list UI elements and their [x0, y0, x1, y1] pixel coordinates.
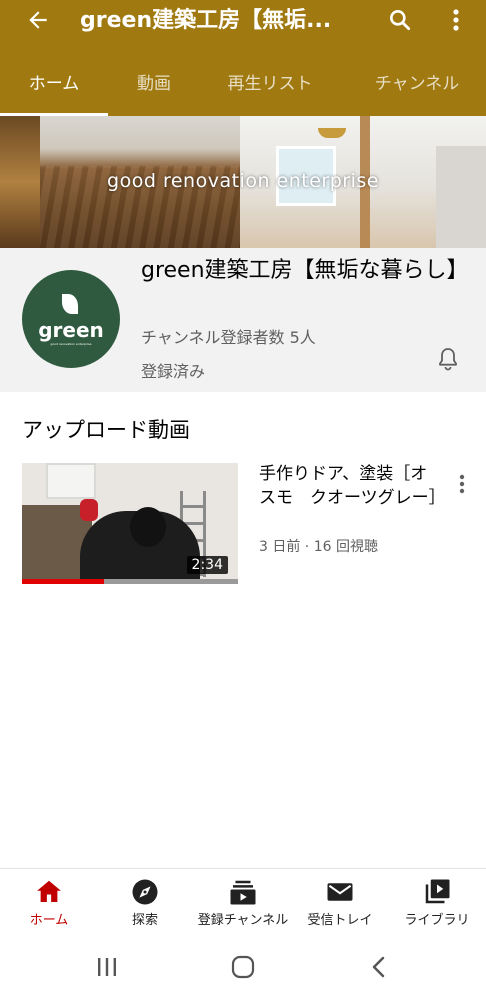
- home-icon: [37, 880, 61, 902]
- nav-label-inbox: 受信トレイ: [307, 913, 373, 928]
- recent-apps-button[interactable]: [92, 952, 122, 982]
- system-navigation-bar: [0, 934, 486, 1000]
- banner-lamp: [318, 128, 346, 138]
- app-bar-row: green建築工房【無垢...: [0, 0, 486, 40]
- more-options-button[interactable]: [440, 4, 472, 36]
- channel-title: green建築工房【無垢...: [80, 8, 332, 33]
- video-list-item[interactable]: 2:34 手作りドア、塗装［オスモ クオーツグレー］ 3 日前 · 16 回視聴: [0, 460, 486, 584]
- library-icon: [425, 879, 450, 904]
- bottom-navigation: ホーム 探索 登録チャンネル 受信トレイ ライブラリ: [0, 868, 486, 934]
- nav-label-home: ホーム: [29, 913, 69, 928]
- channel-name: green建築工房【無垢な暮らし】: [141, 258, 469, 283]
- channel-tabs: ホーム 動画 再生リスト チャンネル: [0, 58, 486, 116]
- tab-channels[interactable]: チャンネル: [354, 58, 480, 116]
- recent-apps-icon: [98, 958, 116, 976]
- channel-header: green good renovation enterprise green建築…: [0, 248, 486, 392]
- nav-home[interactable]: ホーム: [8, 877, 90, 933]
- subscriber-count: チャンネル登録者数 5人: [141, 328, 316, 347]
- tab-home[interactable]: ホーム: [0, 58, 108, 116]
- avatar-logo-subtext: good renovation enterprise: [50, 342, 92, 346]
- tab-playlists[interactable]: 再生リスト: [200, 58, 340, 116]
- search-icon: [390, 10, 411, 31]
- more-vert-icon: [459, 474, 465, 494]
- video-meta: 3 日前 · 16 回視聴: [259, 539, 378, 555]
- search-button[interactable]: [384, 4, 416, 36]
- more-vert-icon: [453, 9, 459, 31]
- subscriptions-icon: [230, 880, 256, 905]
- thumb-window: [46, 463, 96, 499]
- banner-wall: [436, 146, 486, 248]
- nav-inbox[interactable]: 受信トレイ: [300, 877, 380, 933]
- nav-label-library: ライブラリ: [404, 913, 470, 928]
- nav-label-explore: 探索: [131, 913, 158, 928]
- back-button[interactable]: [22, 4, 54, 36]
- channel-avatar[interactable]: green good renovation enterprise: [22, 270, 120, 368]
- nav-subscriptions[interactable]: 登録チャンネル: [190, 877, 296, 933]
- back-arrow-icon: [29, 11, 47, 29]
- system-back-button[interactable]: [364, 952, 394, 982]
- nav-library[interactable]: ライブラリ: [392, 877, 482, 933]
- app-bar: green建築工房【無垢... ホーム 動画 再生リスト チャンネル: [0, 0, 486, 116]
- watch-progress-track: [22, 579, 238, 584]
- video-duration: 2:34: [186, 556, 228, 574]
- chevron-left-icon: [372, 956, 385, 978]
- inbox-icon: [327, 883, 353, 901]
- video-thumbnail[interactable]: 2:34: [22, 463, 238, 584]
- nav-explore[interactable]: 探索: [104, 877, 186, 933]
- tab-videos[interactable]: 動画: [108, 58, 200, 116]
- thumb-person-head: [130, 507, 166, 547]
- uploads-section-title: アップロード動画: [22, 418, 190, 442]
- leaf-icon: [62, 294, 78, 314]
- video-more-button[interactable]: [450, 470, 474, 498]
- nav-label-subscriptions: 登録チャンネル: [197, 913, 289, 928]
- thumb-glove: [80, 499, 98, 521]
- bell-icon: [439, 348, 457, 371]
- subscribed-button[interactable]: 登録済み: [141, 358, 205, 382]
- watch-progress-fill: [22, 579, 105, 584]
- home-circle-icon: [231, 955, 255, 979]
- video-title[interactable]: 手作りドア、塗装［オスモ クオーツグレー］: [259, 462, 446, 510]
- notification-bell-button[interactable]: [434, 344, 462, 374]
- avatar-logo-text: green: [38, 318, 104, 342]
- channel-banner: good renovation enterprise: [0, 116, 486, 248]
- explore-icon: [132, 879, 158, 905]
- banner-tagline: good renovation enterprise: [107, 170, 379, 192]
- home-button[interactable]: [228, 952, 258, 982]
